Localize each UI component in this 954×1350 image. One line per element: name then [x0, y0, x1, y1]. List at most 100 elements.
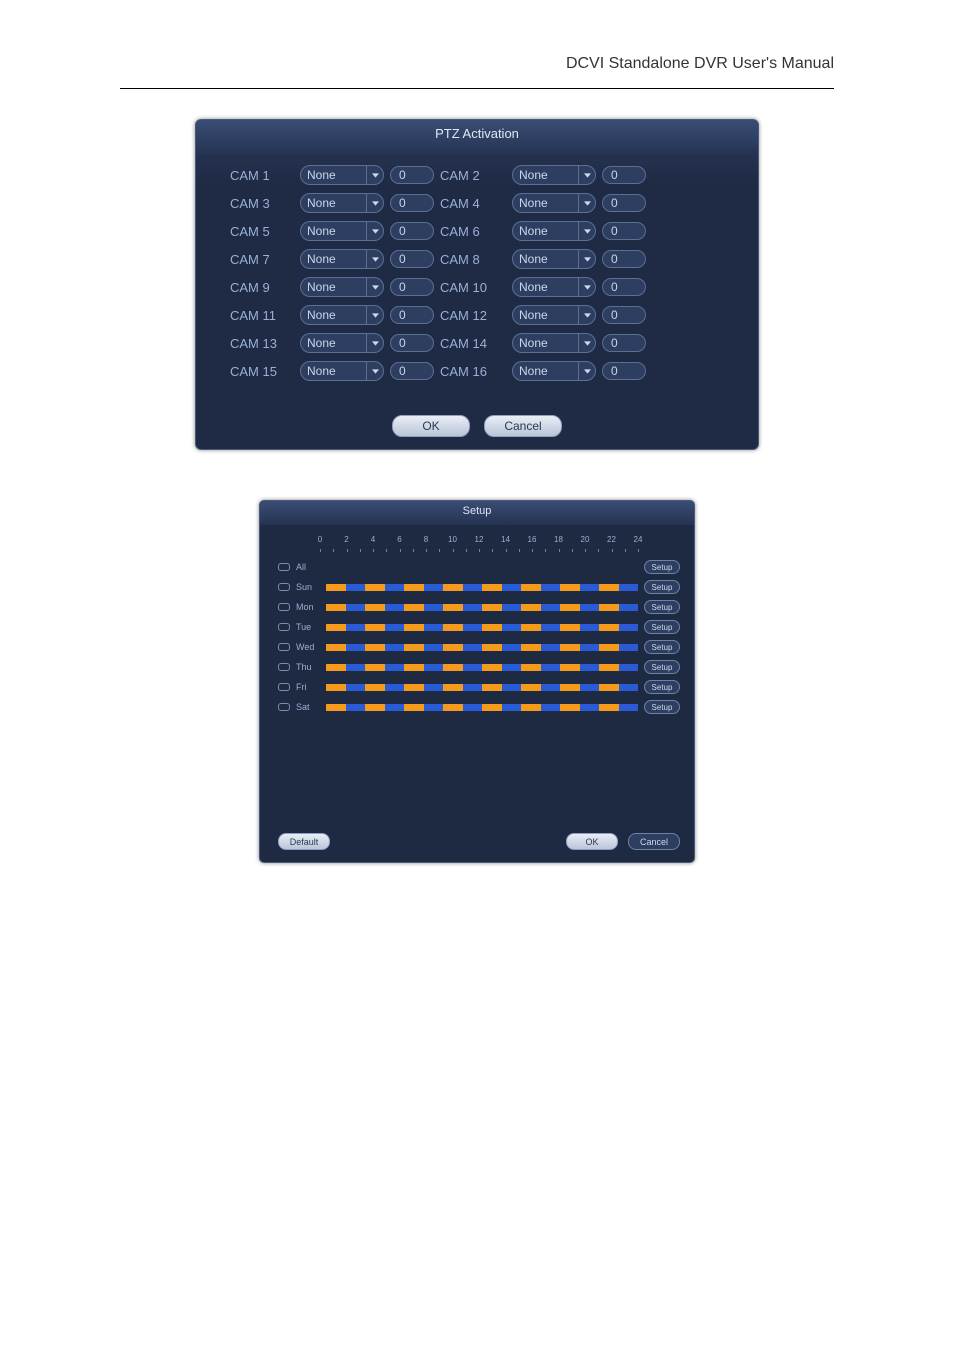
cam-preset-select[interactable]: None [512, 193, 596, 213]
day-row: AllSetup [278, 557, 680, 577]
cam-preset-select[interactable]: None [300, 249, 384, 269]
hour-label: 16 [528, 535, 537, 544]
cam-preset-number[interactable]: 0 [602, 306, 646, 324]
cam-preset-number[interactable]: 0 [602, 334, 646, 352]
cam-preset-select-value: None [301, 364, 366, 378]
default-button[interactable]: Default [278, 833, 330, 850]
day-radio[interactable] [278, 563, 290, 571]
day-radio[interactable] [278, 663, 290, 671]
cam-label: CAM 11 [230, 308, 294, 323]
day-label: Sun [296, 582, 320, 592]
cam-preset-number[interactable]: 0 [602, 362, 646, 380]
cam-preset-number[interactable]: 0 [390, 166, 434, 184]
day-row: Thu Setup [278, 657, 680, 677]
day-schedule-bar[interactable] [326, 664, 638, 671]
cam-label: CAM 9 [230, 280, 294, 295]
cam-preset-select[interactable]: None [300, 305, 384, 325]
day-setup-button[interactable]: Setup [644, 580, 680, 594]
cam-preset-select-value: None [513, 168, 578, 182]
chevron-down-icon [366, 334, 383, 352]
cam-preset-number[interactable]: 0 [602, 194, 646, 212]
day-setup-button[interactable]: Setup [644, 680, 680, 694]
cancel-button-label: Cancel [504, 419, 541, 433]
cancel-button[interactable]: Cancel [484, 415, 562, 437]
hour-label: 22 [607, 535, 616, 544]
day-schedule-bar[interactable] [326, 644, 638, 651]
cam-preset-number[interactable]: 0 [602, 278, 646, 296]
chevron-down-icon [366, 166, 383, 184]
cam-preset-select-value: None [513, 364, 578, 378]
cam-preset-number[interactable]: 0 [390, 250, 434, 268]
day-schedule-bar[interactable] [326, 684, 638, 691]
day-label: Wed [296, 642, 320, 652]
setup-ok-button[interactable]: OK [566, 833, 618, 850]
cam-preset-select[interactable]: None [300, 165, 384, 185]
cam-preset-select[interactable]: None [300, 221, 384, 241]
cam-preset-select-value: None [301, 196, 366, 210]
hour-label: 8 [424, 535, 428, 544]
cam-preset-number[interactable]: 0 [390, 362, 434, 380]
day-radio[interactable] [278, 623, 290, 631]
cam-preset-select[interactable]: None [512, 277, 596, 297]
day-setup-button[interactable]: Setup [644, 640, 680, 654]
ok-button[interactable]: OK [392, 415, 470, 437]
header-rule [120, 88, 834, 89]
cam-preset-select[interactable]: None [300, 193, 384, 213]
day-radio[interactable] [278, 603, 290, 611]
cam-preset-number[interactable]: 0 [390, 334, 434, 352]
cam-preset-select[interactable]: None [300, 361, 384, 381]
day-setup-button[interactable]: Setup [644, 560, 680, 574]
cam-label: CAM 5 [230, 224, 294, 239]
day-label: Fri [296, 682, 320, 692]
day-row: Sun Setup [278, 577, 680, 597]
cam-preset-select[interactable]: None [512, 249, 596, 269]
day-radio[interactable] [278, 583, 290, 591]
cam-preset-number[interactable]: 0 [390, 278, 434, 296]
hour-label: 10 [448, 535, 457, 544]
cam-label: CAM 13 [230, 336, 294, 351]
ptz-dialog-title: PTZ Activation [196, 120, 758, 155]
cam-preset-select[interactable]: None [512, 305, 596, 325]
manual-title: DCVI Standalone DVR User's Manual [566, 55, 834, 72]
day-radio[interactable] [278, 703, 290, 711]
cam-preset-select[interactable]: None [512, 361, 596, 381]
cam-preset-number[interactable]: 0 [390, 194, 434, 212]
cam-preset-number[interactable]: 0 [390, 222, 434, 240]
cam-preset-select[interactable]: None [300, 333, 384, 353]
setup-cancel-button[interactable]: Cancel [628, 833, 680, 850]
hour-label: 14 [501, 535, 510, 544]
cam-preset-select[interactable]: None [300, 277, 384, 297]
day-schedule-bar[interactable] [326, 604, 638, 611]
cam-preset-number[interactable]: 0 [602, 250, 646, 268]
day-setup-button[interactable]: Setup [644, 700, 680, 714]
cam-label: CAM 3 [230, 196, 294, 211]
hour-axis: 024681012141618202224 [320, 535, 638, 549]
cam-preset-select-value: None [513, 308, 578, 322]
day-radio[interactable] [278, 683, 290, 691]
day-schedule-bar[interactable] [326, 624, 638, 631]
chevron-down-icon [578, 250, 595, 268]
cam-preset-number[interactable]: 0 [602, 166, 646, 184]
cam-label: CAM 15 [230, 364, 294, 379]
page-header: DCVI Standalone DVR User's Manual [0, 0, 954, 78]
day-label: Thu [296, 662, 320, 672]
cam-preset-select[interactable]: None [512, 333, 596, 353]
chevron-down-icon [578, 362, 595, 380]
hour-ticks [320, 549, 638, 553]
day-setup-button[interactable]: Setup [644, 660, 680, 674]
day-setup-button[interactable]: Setup [644, 620, 680, 634]
day-schedule-bar[interactable] [326, 564, 638, 571]
setup-dialog-title: Setup [260, 501, 694, 525]
cam-label: CAM 16 [440, 364, 506, 379]
setup-cancel-button-label: Cancel [640, 837, 668, 847]
cam-preset-select[interactable]: None [512, 165, 596, 185]
day-schedule-bar[interactable] [326, 704, 638, 711]
cam-preset-number[interactable]: 0 [602, 222, 646, 240]
cam-preset-number[interactable]: 0 [390, 306, 434, 324]
day-radio[interactable] [278, 643, 290, 651]
cam-preset-select[interactable]: None [512, 221, 596, 241]
chevron-down-icon [578, 222, 595, 240]
day-setup-button[interactable]: Setup [644, 600, 680, 614]
day-schedule-bar[interactable] [326, 584, 638, 591]
chevron-down-icon [366, 278, 383, 296]
